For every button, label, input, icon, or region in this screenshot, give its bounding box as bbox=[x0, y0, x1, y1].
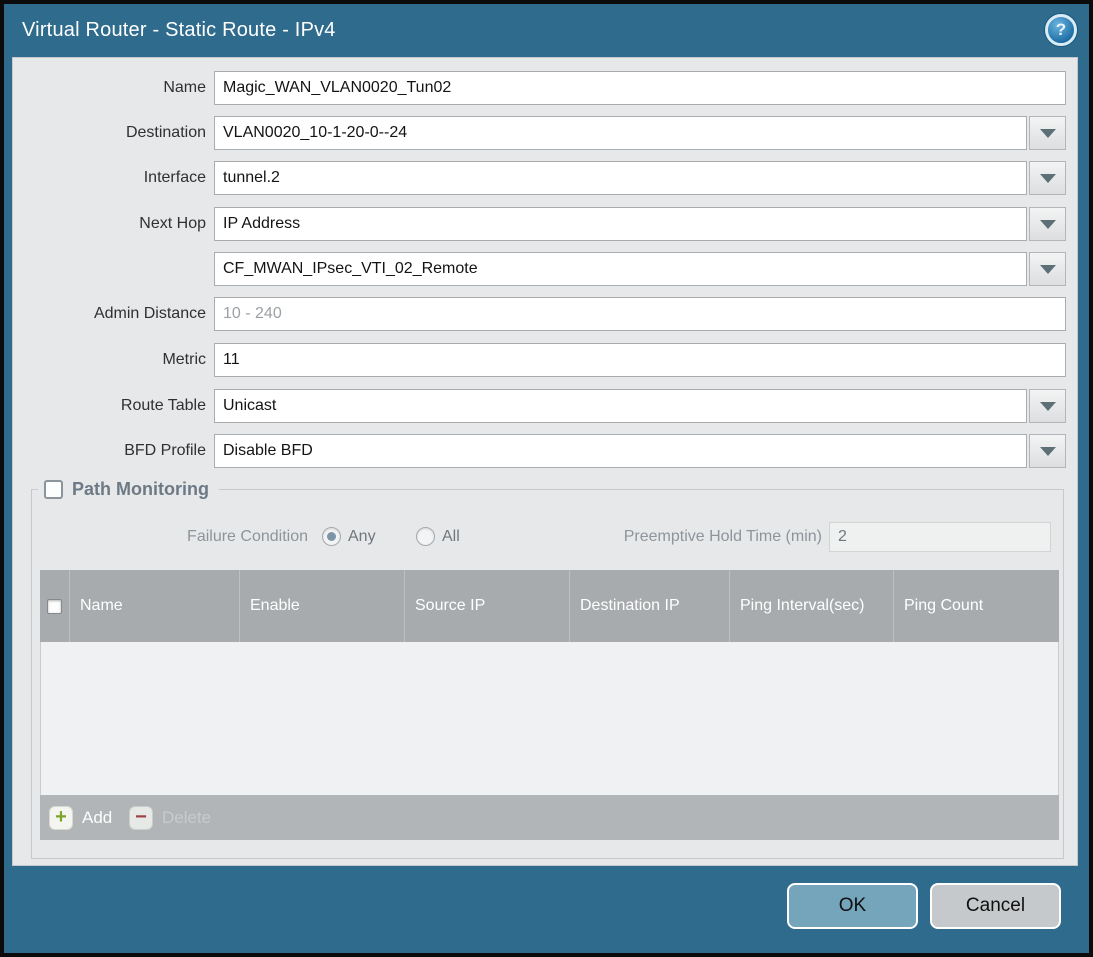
field-row-bfd-profile: BFD Profile bbox=[13, 434, 1077, 468]
hold-time-label: Preemptive Hold Time (min) bbox=[462, 522, 822, 552]
field-row-destination: Destination bbox=[13, 116, 1077, 150]
field-row-interface: Interface bbox=[13, 161, 1077, 195]
destination-input[interactable] bbox=[214, 116, 1027, 150]
chevron-down-icon bbox=[1040, 174, 1056, 183]
interface-label: Interface bbox=[13, 161, 206, 195]
dialog-title: Virtual Router - Static Route - IPv4 bbox=[22, 4, 336, 57]
failure-condition-label: Failure Condition bbox=[32, 522, 308, 552]
table-header-checkbox-cell bbox=[40, 570, 70, 642]
field-row-route-table: Route Table bbox=[13, 389, 1077, 423]
destination-label: Destination bbox=[13, 116, 206, 150]
metric-label: Metric bbox=[13, 343, 206, 377]
hold-time-input[interactable] bbox=[829, 522, 1051, 552]
next-hop-address-dropdown-button[interactable] bbox=[1029, 252, 1066, 286]
admin-distance-label: Admin Distance bbox=[13, 297, 206, 331]
help-icon[interactable]: ? bbox=[1045, 14, 1077, 46]
table-header-row: Name Enable Source IP Destination IP Pin… bbox=[40, 570, 1059, 642]
next-hop-label: Next Hop bbox=[13, 207, 206, 241]
radio-all[interactable] bbox=[416, 527, 435, 546]
destination-dropdown-button[interactable] bbox=[1029, 116, 1066, 150]
column-header-destination-ip: Destination IP bbox=[570, 570, 730, 642]
chevron-down-icon bbox=[1040, 265, 1056, 274]
screenshot-frame: Virtual Router - Static Route - IPv4 ? N… bbox=[0, 0, 1093, 957]
table-body-empty bbox=[40, 642, 1059, 795]
column-header-enable: Enable bbox=[240, 570, 405, 642]
path-monitoring-table: Name Enable Source IP Destination IP Pin… bbox=[40, 570, 1059, 840]
interface-input[interactable] bbox=[214, 161, 1027, 195]
path-monitoring-checkbox[interactable] bbox=[44, 480, 63, 499]
path-monitoring-legend: Path Monitoring bbox=[38, 474, 219, 504]
table-footer-bar: + Add − Delete bbox=[40, 795, 1059, 840]
path-monitoring-controls: Failure Condition Any All Preemptive Hol… bbox=[32, 522, 1063, 552]
chevron-down-icon bbox=[1040, 447, 1056, 456]
metric-input[interactable] bbox=[214, 343, 1066, 377]
field-row-admin-distance: Admin Distance bbox=[13, 297, 1077, 331]
next-hop-address-input[interactable] bbox=[214, 252, 1027, 286]
delete-button: − Delete bbox=[129, 795, 211, 840]
path-monitoring-title: Path Monitoring bbox=[72, 479, 209, 500]
column-header-ping-count: Ping Count bbox=[894, 570, 1059, 642]
minus-icon: − bbox=[129, 806, 153, 830]
admin-distance-input[interactable] bbox=[214, 297, 1066, 331]
field-row-next-hop-address bbox=[13, 252, 1077, 286]
bfd-profile-label: BFD Profile bbox=[13, 434, 206, 468]
column-header-source-ip: Source IP bbox=[405, 570, 570, 642]
radio-any[interactable] bbox=[322, 527, 341, 546]
delete-button-label: Delete bbox=[162, 808, 211, 828]
chevron-down-icon bbox=[1040, 129, 1056, 138]
route-table-dropdown-button[interactable] bbox=[1029, 389, 1066, 423]
name-label: Name bbox=[13, 71, 206, 105]
field-row-next-hop-type: Next Hop bbox=[13, 207, 1077, 241]
add-button-label: Add bbox=[82, 808, 112, 828]
chevron-down-icon bbox=[1040, 220, 1056, 229]
path-monitoring-section: Path Monitoring Failure Condition Any Al… bbox=[31, 489, 1064, 859]
add-button[interactable]: + Add bbox=[49, 795, 112, 840]
radio-any-label: Any bbox=[348, 522, 376, 552]
chevron-down-icon bbox=[1040, 402, 1056, 411]
name-input[interactable] bbox=[214, 71, 1066, 105]
column-header-ping-interval: Ping Interval(sec) bbox=[730, 570, 894, 642]
next-hop-type-dropdown-button[interactable] bbox=[1029, 207, 1066, 241]
route-table-input[interactable] bbox=[214, 389, 1027, 423]
route-table-label: Route Table bbox=[13, 389, 206, 423]
cancel-button[interactable]: Cancel bbox=[930, 883, 1061, 929]
radio-all-label: All bbox=[442, 522, 460, 552]
ok-button[interactable]: OK bbox=[787, 883, 918, 929]
bfd-profile-input[interactable] bbox=[214, 434, 1027, 468]
field-row-name: Name bbox=[13, 71, 1077, 105]
select-all-checkbox[interactable] bbox=[47, 599, 62, 614]
dialog-content: Name Destination Interface bbox=[12, 57, 1078, 866]
column-header-name: Name bbox=[70, 570, 240, 642]
field-row-metric: Metric bbox=[13, 343, 1077, 377]
bfd-profile-dropdown-button[interactable] bbox=[1029, 434, 1066, 468]
static-route-dialog: Virtual Router - Static Route - IPv4 ? N… bbox=[4, 4, 1089, 953]
next-hop-type-input[interactable] bbox=[214, 207, 1027, 241]
plus-icon: + bbox=[49, 806, 73, 830]
interface-dropdown-button[interactable] bbox=[1029, 161, 1066, 195]
